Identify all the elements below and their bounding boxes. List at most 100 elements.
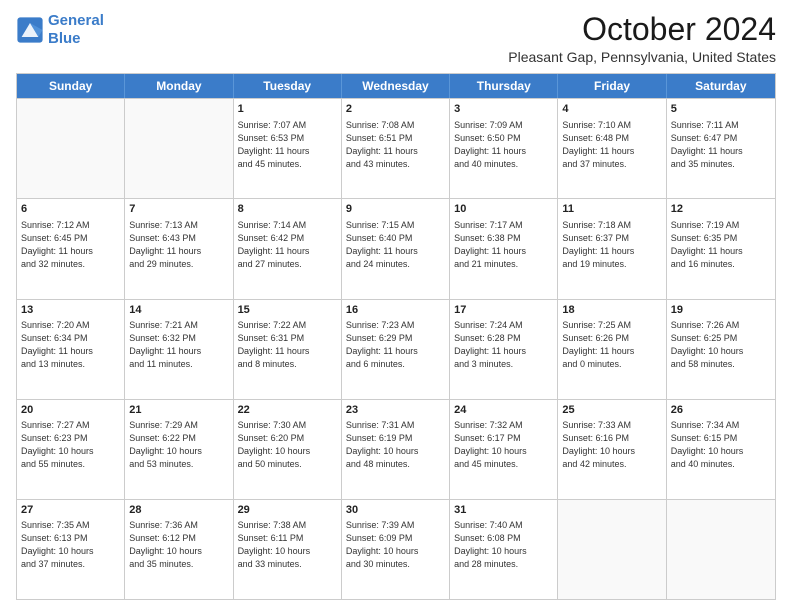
logo-icon bbox=[16, 16, 44, 44]
day-number: 9 bbox=[346, 202, 445, 217]
day-number: 19 bbox=[671, 303, 771, 318]
day-number: 25 bbox=[562, 403, 661, 418]
calendar-cell bbox=[558, 500, 666, 599]
day-number: 4 bbox=[562, 102, 661, 117]
calendar-cell: 23Sunrise: 7:31 AMSunset: 6:19 PMDayligh… bbox=[342, 400, 450, 499]
cell-details: Sunrise: 7:14 AMSunset: 6:42 PMDaylight:… bbox=[238, 219, 337, 271]
calendar-cell bbox=[125, 99, 233, 198]
day-number: 5 bbox=[671, 102, 771, 117]
calendar-cell: 25Sunrise: 7:33 AMSunset: 6:16 PMDayligh… bbox=[558, 400, 666, 499]
calendar-body: 1 Sunrise: 7:07 AMSunset: 6:53 PMDaylight… bbox=[17, 98, 775, 599]
title-block: October 2024 Pleasant Gap, Pennsylvania,… bbox=[508, 12, 776, 65]
calendar-row-1: 6 Sunrise: 7:12 AMSunset: 6:45 PMDaylight… bbox=[17, 198, 775, 298]
cell-details: Sunrise: 7:09 AMSunset: 6:50 PMDaylight:… bbox=[454, 119, 553, 171]
logo-line1: General bbox=[48, 12, 104, 29]
cell-details: Sunrise: 7:11 AMSunset: 6:47 PMDaylight:… bbox=[671, 119, 771, 171]
header-day-thursday: Thursday bbox=[450, 74, 558, 98]
day-number: 8 bbox=[238, 202, 337, 217]
calendar-cell: 27Sunrise: 7:35 AMSunset: 6:13 PMDayligh… bbox=[17, 500, 125, 599]
calendar-cell: 17Sunrise: 7:24 AMSunset: 6:28 PMDayligh… bbox=[450, 300, 558, 399]
day-number: 16 bbox=[346, 303, 445, 318]
cell-details: Sunrise: 7:23 AMSunset: 6:29 PMDaylight:… bbox=[346, 319, 445, 371]
calendar-cell: 2Sunrise: 7:08 AMSunset: 6:51 PMDaylight… bbox=[342, 99, 450, 198]
cell-details: Sunrise: 7:33 AMSunset: 6:16 PMDaylight:… bbox=[562, 419, 661, 471]
calendar-cell: 19Sunrise: 7:26 AMSunset: 6:25 PMDayligh… bbox=[667, 300, 775, 399]
cell-details: Sunrise: 7:34 AMSunset: 6:15 PMDaylight:… bbox=[671, 419, 771, 471]
calendar-cell: 1 Sunrise: 7:07 AMSunset: 6:53 PMDaylight… bbox=[234, 99, 342, 198]
day-number: 17 bbox=[454, 303, 553, 318]
cell-details: Sunrise: 7:08 AMSunset: 6:51 PMDaylight:… bbox=[346, 119, 445, 171]
calendar-cell: 8 Sunrise: 7:14 AMSunset: 6:42 PMDaylight… bbox=[234, 199, 342, 298]
header-day-sunday: Sunday bbox=[17, 74, 125, 98]
cell-details: Sunrise: 7:31 AMSunset: 6:19 PMDaylight:… bbox=[346, 419, 445, 471]
calendar-row-4: 27Sunrise: 7:35 AMSunset: 6:13 PMDayligh… bbox=[17, 499, 775, 599]
calendar-cell: 30Sunrise: 7:39 AMSunset: 6:09 PMDayligh… bbox=[342, 500, 450, 599]
day-number: 24 bbox=[454, 403, 553, 418]
day-number: 27 bbox=[21, 503, 120, 518]
header-day-friday: Friday bbox=[558, 74, 666, 98]
cell-details: Sunrise: 7:36 AMSunset: 6:12 PMDaylight:… bbox=[129, 519, 228, 571]
day-number: 22 bbox=[238, 403, 337, 418]
day-number: 18 bbox=[562, 303, 661, 318]
calendar-cell: 14Sunrise: 7:21 AMSunset: 6:32 PMDayligh… bbox=[125, 300, 233, 399]
cell-details: Sunrise: 7:10 AMSunset: 6:48 PMDaylight:… bbox=[562, 119, 661, 171]
day-number: 14 bbox=[129, 303, 228, 318]
day-number: 3 bbox=[454, 102, 553, 117]
calendar-cell: 10 Sunrise: 7:17 AMSunset: 6:38 PMDayligh… bbox=[450, 199, 558, 298]
day-number: 31 bbox=[454, 503, 553, 518]
cell-details: Sunrise: 7:26 AMSunset: 6:25 PMDaylight:… bbox=[671, 319, 771, 371]
calendar-row-2: 13Sunrise: 7:20 AMSunset: 6:34 PMDayligh… bbox=[17, 299, 775, 399]
page: General Blue October 2024 Pleasant Gap, … bbox=[0, 0, 792, 612]
day-number: 11 bbox=[562, 202, 661, 217]
location: Pleasant Gap, Pennsylvania, United State… bbox=[508, 49, 776, 65]
cell-details: Sunrise: 7:38 AMSunset: 6:11 PMDaylight:… bbox=[238, 519, 337, 571]
day-number: 30 bbox=[346, 503, 445, 518]
calendar-cell: 13Sunrise: 7:20 AMSunset: 6:34 PMDayligh… bbox=[17, 300, 125, 399]
calendar: SundayMondayTuesdayWednesdayThursdayFrid… bbox=[16, 73, 776, 600]
day-number: 13 bbox=[21, 303, 120, 318]
calendar-cell: 3 Sunrise: 7:09 AMSunset: 6:50 PMDaylight… bbox=[450, 99, 558, 198]
calendar-cell: 28Sunrise: 7:36 AMSunset: 6:12 PMDayligh… bbox=[125, 500, 233, 599]
calendar-cell: 4 Sunrise: 7:10 AMSunset: 6:48 PMDaylight… bbox=[558, 99, 666, 198]
cell-details: Sunrise: 7:20 AMSunset: 6:34 PMDaylight:… bbox=[21, 319, 120, 371]
cell-details: Sunrise: 7:12 AMSunset: 6:45 PMDaylight:… bbox=[21, 219, 120, 271]
calendar-cell: 16Sunrise: 7:23 AMSunset: 6:29 PMDayligh… bbox=[342, 300, 450, 399]
day-number: 6 bbox=[21, 202, 120, 217]
calendar-cell: 24Sunrise: 7:32 AMSunset: 6:17 PMDayligh… bbox=[450, 400, 558, 499]
cell-details: Sunrise: 7:18 AMSunset: 6:37 PMDaylight:… bbox=[562, 219, 661, 271]
cell-details: Sunrise: 7:21 AMSunset: 6:32 PMDaylight:… bbox=[129, 319, 228, 371]
calendar-header: SundayMondayTuesdayWednesdayThursdayFrid… bbox=[17, 74, 775, 98]
day-number: 29 bbox=[238, 503, 337, 518]
day-number: 26 bbox=[671, 403, 771, 418]
cell-details: Sunrise: 7:24 AMSunset: 6:28 PMDaylight:… bbox=[454, 319, 553, 371]
calendar-cell: 12 Sunrise: 7:19 AMSunset: 6:35 PMDayligh… bbox=[667, 199, 775, 298]
cell-details: Sunrise: 7:15 AMSunset: 6:40 PMDaylight:… bbox=[346, 219, 445, 271]
cell-details: Sunrise: 7:17 AMSunset: 6:38 PMDaylight:… bbox=[454, 219, 553, 271]
month-title: October 2024 bbox=[508, 12, 776, 47]
cell-details: Sunrise: 7:30 AMSunset: 6:20 PMDaylight:… bbox=[238, 419, 337, 471]
calendar-cell: 26Sunrise: 7:34 AMSunset: 6:15 PMDayligh… bbox=[667, 400, 775, 499]
logo-text: General Blue bbox=[48, 12, 104, 48]
day-number: 12 bbox=[671, 202, 771, 217]
calendar-row-3: 20Sunrise: 7:27 AMSunset: 6:23 PMDayligh… bbox=[17, 399, 775, 499]
header: General Blue October 2024 Pleasant Gap, … bbox=[16, 12, 776, 65]
calendar-cell: 29Sunrise: 7:38 AMSunset: 6:11 PMDayligh… bbox=[234, 500, 342, 599]
day-number: 28 bbox=[129, 503, 228, 518]
cell-details: Sunrise: 7:19 AMSunset: 6:35 PMDaylight:… bbox=[671, 219, 771, 271]
day-number: 10 bbox=[454, 202, 553, 217]
calendar-cell: 9 Sunrise: 7:15 AMSunset: 6:40 PMDaylight… bbox=[342, 199, 450, 298]
day-number: 23 bbox=[346, 403, 445, 418]
cell-details: Sunrise: 7:27 AMSunset: 6:23 PMDaylight:… bbox=[21, 419, 120, 471]
calendar-cell: 18Sunrise: 7:25 AMSunset: 6:26 PMDayligh… bbox=[558, 300, 666, 399]
day-number: 7 bbox=[129, 202, 228, 217]
calendar-cell: 7Sunrise: 7:13 AMSunset: 6:43 PMDaylight… bbox=[125, 199, 233, 298]
calendar-cell: 5 Sunrise: 7:11 AMSunset: 6:47 PMDaylight… bbox=[667, 99, 775, 198]
header-day-wednesday: Wednesday bbox=[342, 74, 450, 98]
cell-details: Sunrise: 7:07 AMSunset: 6:53 PMDaylight:… bbox=[238, 119, 337, 171]
calendar-cell: 21Sunrise: 7:29 AMSunset: 6:22 PMDayligh… bbox=[125, 400, 233, 499]
header-day-saturday: Saturday bbox=[667, 74, 775, 98]
cell-details: Sunrise: 7:32 AMSunset: 6:17 PMDaylight:… bbox=[454, 419, 553, 471]
logo: General Blue bbox=[16, 12, 104, 48]
cell-details: Sunrise: 7:40 AMSunset: 6:08 PMDaylight:… bbox=[454, 519, 553, 571]
day-number: 1 bbox=[238, 102, 337, 117]
